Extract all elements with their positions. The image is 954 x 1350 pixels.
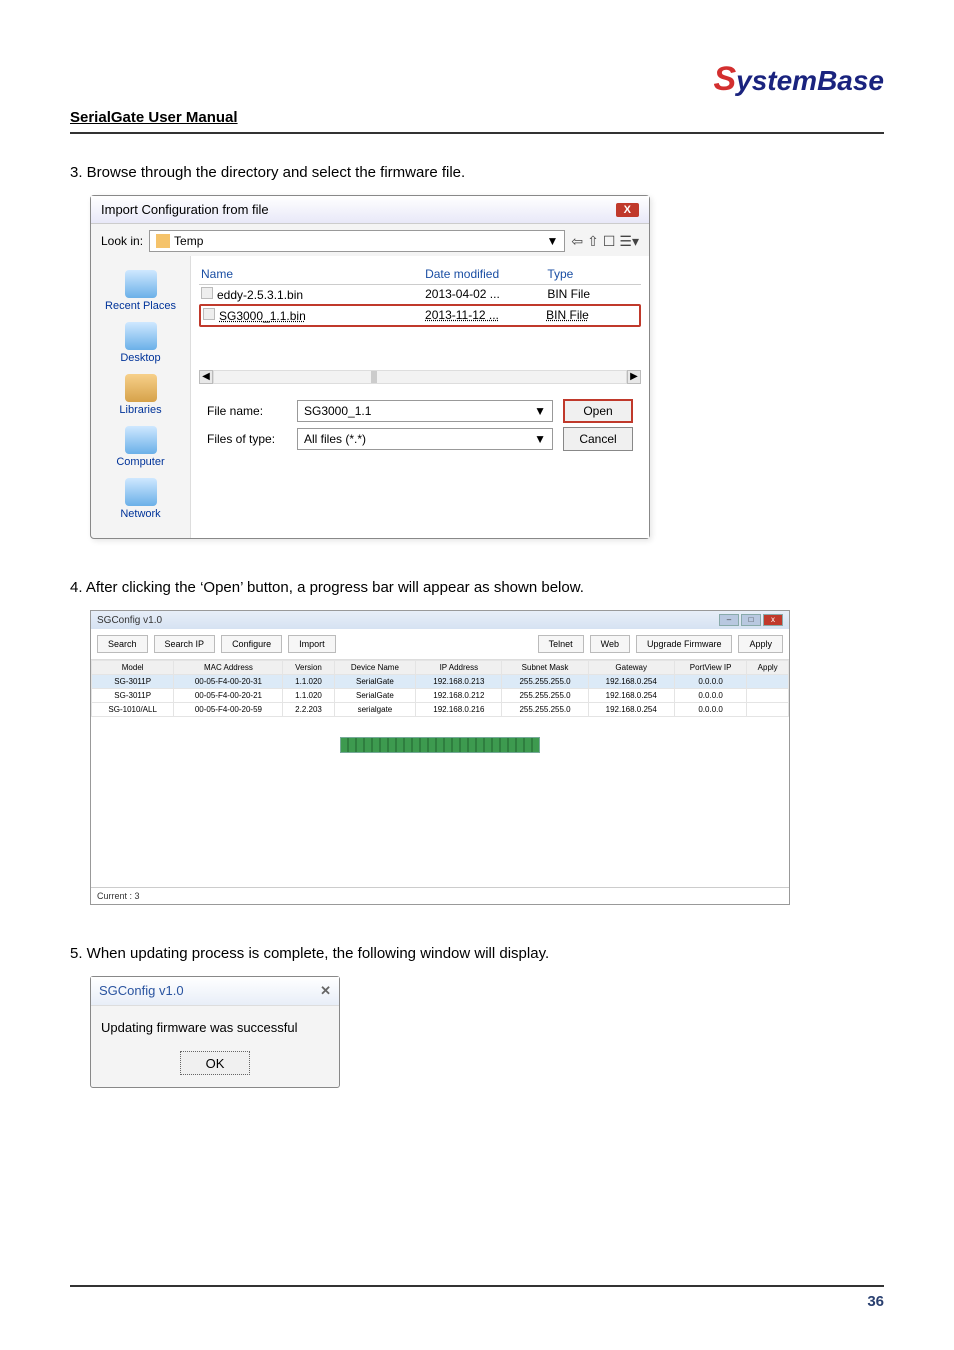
network-icon xyxy=(125,478,157,506)
table-row[interactable]: SG-3011P00-05-F4-00-20-311.1.020SerialGa… xyxy=(92,675,789,689)
open-button[interactable]: Open xyxy=(563,399,633,423)
upgrade-firmware-button[interactable]: Upgrade Firmware xyxy=(636,635,733,653)
view-icon[interactable]: ☰▾ xyxy=(619,233,639,250)
lookin-label: Look in: xyxy=(101,234,143,248)
filetype-label: Files of type: xyxy=(207,432,287,446)
col-type[interactable]: Type xyxy=(547,267,639,281)
libraries-icon xyxy=(125,374,157,402)
header-rule xyxy=(70,132,884,134)
ok-button[interactable]: OK xyxy=(180,1051,250,1075)
back-icon[interactable]: ⇦ xyxy=(571,233,583,250)
file-open-dialog: Import Configuration from file X Look in… xyxy=(90,195,650,539)
scroll-thumb[interactable] xyxy=(371,371,377,383)
file-row-selected[interactable]: SG3000_1.1.bin 2013-11-12 ... BIN File xyxy=(199,304,641,327)
th-version[interactable]: Version xyxy=(283,661,334,675)
file-row[interactable]: eddy-2.5.3.1.bin 2013-04-02 ... BIN File xyxy=(199,285,641,304)
filename-label: File name: xyxy=(207,404,287,418)
success-dialog: SGConfig v1.0 ✕ Updating firmware was su… xyxy=(90,976,340,1088)
msgbox-text: Updating firmware was successful xyxy=(91,1006,339,1045)
recent-icon xyxy=(125,270,157,298)
th-ip[interactable]: IP Address xyxy=(416,661,502,675)
configure-button[interactable]: Configure xyxy=(221,635,282,653)
web-button[interactable]: Web xyxy=(590,635,630,653)
device-table: Model MAC Address Version Device Name IP… xyxy=(91,660,789,717)
scroll-right-icon[interactable]: ▶ xyxy=(627,370,641,384)
table-row[interactable]: SG-3011P00-05-F4-00-20-211.1.020SerialGa… xyxy=(92,689,789,703)
sidebar-desktop[interactable]: Desktop xyxy=(95,322,186,364)
lookin-value: Temp xyxy=(174,234,203,248)
folder-icon xyxy=(156,234,170,248)
search-button[interactable]: Search xyxy=(97,635,148,653)
up-icon[interactable]: ⇧ xyxy=(587,233,599,250)
th-portview[interactable]: PortView IP xyxy=(674,661,747,675)
filetype-select[interactable]: All files (*.*)▼ xyxy=(297,428,553,450)
col-date[interactable]: Date modified xyxy=(425,267,547,281)
step-3: 3. Browse through the directory and sele… xyxy=(70,164,884,181)
lookin-select[interactable]: Temp ▼ xyxy=(149,230,565,252)
footer-rule xyxy=(70,1285,884,1287)
import-button[interactable]: Import xyxy=(288,635,336,653)
apply-button[interactable]: Apply xyxy=(738,635,783,653)
maximize-icon[interactable]: □ xyxy=(741,614,761,626)
search-ip-button[interactable]: Search IP xyxy=(154,635,216,653)
status-bar: Current : 3 xyxy=(91,887,789,904)
close-icon[interactable]: X xyxy=(616,203,639,217)
msgbox-title: SGConfig v1.0 xyxy=(99,983,184,999)
logo-rest: ystemBase xyxy=(736,65,884,96)
logo-s: S xyxy=(713,60,736,98)
brand-logo: SystemBase xyxy=(70,60,884,99)
th-apply[interactable]: Apply xyxy=(747,661,789,675)
minimize-icon[interactable]: – xyxy=(719,614,739,626)
filename-input[interactable]: SG3000_1.1▼ xyxy=(297,400,553,422)
close-icon[interactable]: ✕ xyxy=(320,983,331,999)
table-row[interactable]: SG-1010/ALL00-05-F4-00-20-592.2.203seria… xyxy=(92,703,789,717)
sidebar-recent-places[interactable]: Recent Places xyxy=(95,270,186,312)
sidebar-network[interactable]: Network xyxy=(95,478,186,520)
th-model[interactable]: Model xyxy=(92,661,174,675)
window-controls: – □ x xyxy=(719,614,783,626)
close-icon[interactable]: x xyxy=(763,614,783,626)
dialog-toolbar: ⇦ ⇧ ☐ ☰▾ xyxy=(571,233,639,250)
scroll-left-icon[interactable]: ◀ xyxy=(199,370,213,384)
th-subnet[interactable]: Subnet Mask xyxy=(502,661,588,675)
file-icon xyxy=(203,308,215,320)
step-5: 5. When updating process is complete, th… xyxy=(70,945,884,962)
window-title: SGConfig v1.0 xyxy=(97,615,162,626)
doc-title: SerialGate User Manual xyxy=(70,109,884,126)
new-folder-icon[interactable]: ☐ xyxy=(603,233,616,250)
desktop-icon xyxy=(125,322,157,350)
sidebar-computer[interactable]: Computer xyxy=(95,426,186,468)
scroll-track[interactable] xyxy=(213,370,627,384)
sgconfig-window: SGConfig v1.0 – □ x Search Search IP Con… xyxy=(90,610,790,905)
th-devicename[interactable]: Device Name xyxy=(334,661,416,675)
sidebar-libraries[interactable]: Libraries xyxy=(95,374,186,416)
file-list-header: Name Date modified Type xyxy=(199,264,641,285)
cancel-button[interactable]: Cancel xyxy=(563,427,633,451)
step-4: 4. After clicking the ‘Open’ button, a p… xyxy=(70,579,884,596)
page-number: 36 xyxy=(70,1293,884,1310)
dialog-title: Import Configuration from file xyxy=(101,202,269,217)
computer-icon xyxy=(125,426,157,454)
th-mac[interactable]: MAC Address xyxy=(174,661,283,675)
telnet-button[interactable]: Telnet xyxy=(538,635,584,653)
th-gateway[interactable]: Gateway xyxy=(588,661,674,675)
progress-bar xyxy=(340,737,540,753)
horizontal-scrollbar[interactable]: ◀ ▶ xyxy=(199,367,641,387)
file-icon xyxy=(201,287,213,299)
col-name[interactable]: Name xyxy=(201,267,425,281)
places-sidebar: Recent Places Desktop Libraries Computer… xyxy=(91,256,191,538)
